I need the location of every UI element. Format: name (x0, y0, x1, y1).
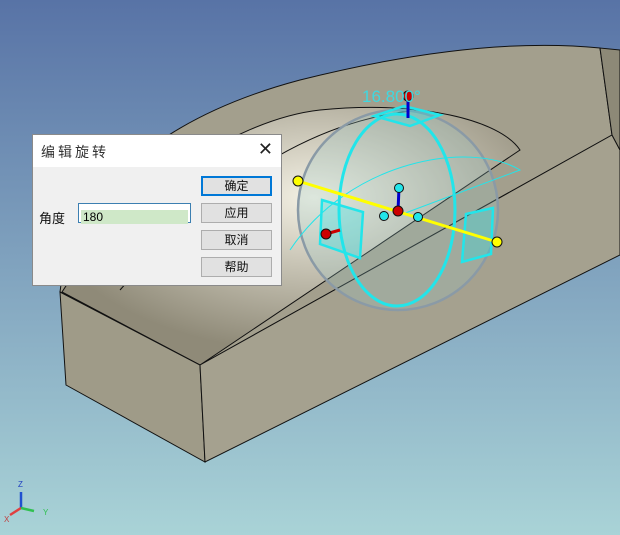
axis-y-label: Y (43, 508, 49, 517)
ok-button[interactable]: 确定 (201, 176, 272, 196)
help-button[interactable]: 帮助 (201, 257, 272, 277)
axis-x-label: X (4, 515, 10, 524)
left-handle (320, 228, 332, 240)
dialog-titlebar[interactable]: 编辑旋转 ✕ (33, 135, 281, 167)
axis-z-label: Z (18, 480, 23, 489)
axis-end-handle (491, 236, 503, 248)
pivot-handle (392, 205, 404, 217)
edit-rotation-dialog: 编辑旋转 ✕ 角度 确定 应用 取消 帮助 (32, 134, 282, 286)
apply-button[interactable]: 应用 (201, 203, 272, 223)
close-icon[interactable]: ✕ (258, 139, 273, 160)
angle-readout: 16.800° (362, 87, 421, 106)
angle-input[interactable] (81, 210, 188, 224)
dialog-title: 编辑旋转 (41, 145, 109, 161)
angle-label: 角度 (39, 212, 66, 227)
angle-field[interactable] (78, 203, 191, 224)
cancel-button[interactable]: 取消 (201, 230, 272, 250)
axis-end-handle (292, 175, 304, 187)
